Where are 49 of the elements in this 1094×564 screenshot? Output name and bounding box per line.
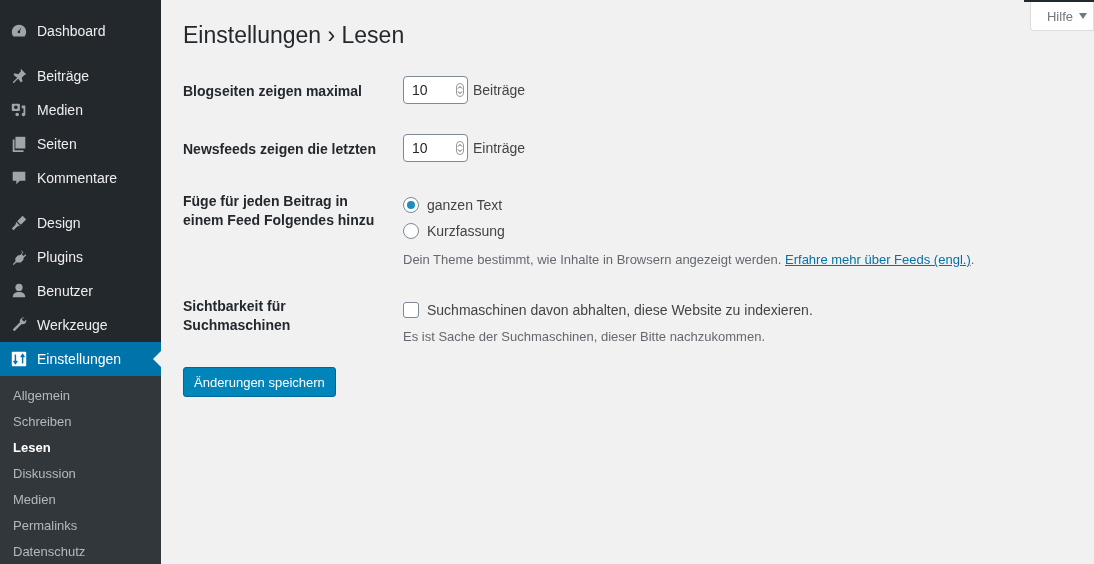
submenu-item[interactable]: Allgemein xyxy=(0,382,161,408)
comment-icon xyxy=(10,169,28,187)
setting-label: Blogseiten zeigen maximal xyxy=(183,82,363,101)
description: Es ist Sache der Suchmaschinen, dieser Bitte nachzukommen. xyxy=(403,329,766,344)
submenu-item[interactable]: Schreiben xyxy=(0,408,161,434)
number-field[interactable]: 10 xyxy=(403,76,468,104)
pin-icon xyxy=(10,67,28,85)
menu-item[interactable]: Dashboard xyxy=(0,14,161,48)
submenu-item[interactable]: Datenschutz xyxy=(0,538,161,564)
checkbox[interactable] xyxy=(403,302,419,318)
spinner-icon xyxy=(456,83,464,97)
submenu-item[interactable]: Diskussion xyxy=(0,460,161,486)
radio-button[interactable] xyxy=(403,223,419,239)
media-icon xyxy=(10,101,28,119)
help-tab[interactable]: Hilfe xyxy=(1030,2,1094,31)
submenu-item[interactable]: Lesen xyxy=(0,434,161,460)
description: Dein Theme bestimmt, wie Inhalte in Browsern angezeigt werden. Erfahre mehr über Feeds (engl.). xyxy=(403,252,975,267)
brush-icon xyxy=(10,214,28,232)
setting-label: Füge für jeden Beitrag in einem Feed Folgendes hinzu xyxy=(183,192,376,230)
menu-item[interactable]: Seiten xyxy=(0,127,161,161)
menu-item[interactable]: Kommentare xyxy=(0,161,161,195)
submenu-item[interactable]: Medien xyxy=(0,486,161,512)
submenu-item[interactable]: Permalinks xyxy=(0,512,161,538)
sliders-icon xyxy=(10,350,28,368)
unit-label: Einträge xyxy=(473,140,526,156)
menu-item[interactable]: Design xyxy=(0,206,161,240)
spinner-icon xyxy=(456,141,464,155)
caret-icon xyxy=(1079,13,1087,19)
menu-item[interactable]: Plugins xyxy=(0,240,161,274)
user-icon xyxy=(10,282,28,300)
setting-label: Sichtbarkeit für Suchmaschinen xyxy=(183,297,292,335)
setting-label: Newsfeeds zeigen die letzten xyxy=(183,140,377,159)
save-button[interactable]: Änderungen speichern xyxy=(183,367,336,397)
wrench-icon xyxy=(10,316,28,334)
number-field[interactable]: 10 xyxy=(403,134,468,162)
unit-label: Beiträge xyxy=(473,82,526,98)
menu-item[interactable]: Beiträge xyxy=(0,59,161,93)
feeds-link[interactable]: Erfahre mehr über Feeds (engl.) xyxy=(785,252,971,267)
option-label: ganzen Text xyxy=(427,197,503,213)
menu-item[interactable]: Werkzeuge xyxy=(0,308,161,342)
radio-button[interactable] xyxy=(403,197,419,213)
pages-icon xyxy=(10,135,28,153)
plug-icon xyxy=(10,248,28,266)
menu-item[interactable]: Benutzer xyxy=(0,274,161,308)
option-label: Kurzfassung xyxy=(427,223,505,239)
page-title: Einstellungen › Lesen xyxy=(183,22,406,49)
menu-item[interactable]: Einstellungen xyxy=(0,342,161,376)
menu-item[interactable]: Medien xyxy=(0,93,161,127)
option-label: Suchmaschinen davon abhalten, diese Website zu indexieren. xyxy=(427,302,813,318)
